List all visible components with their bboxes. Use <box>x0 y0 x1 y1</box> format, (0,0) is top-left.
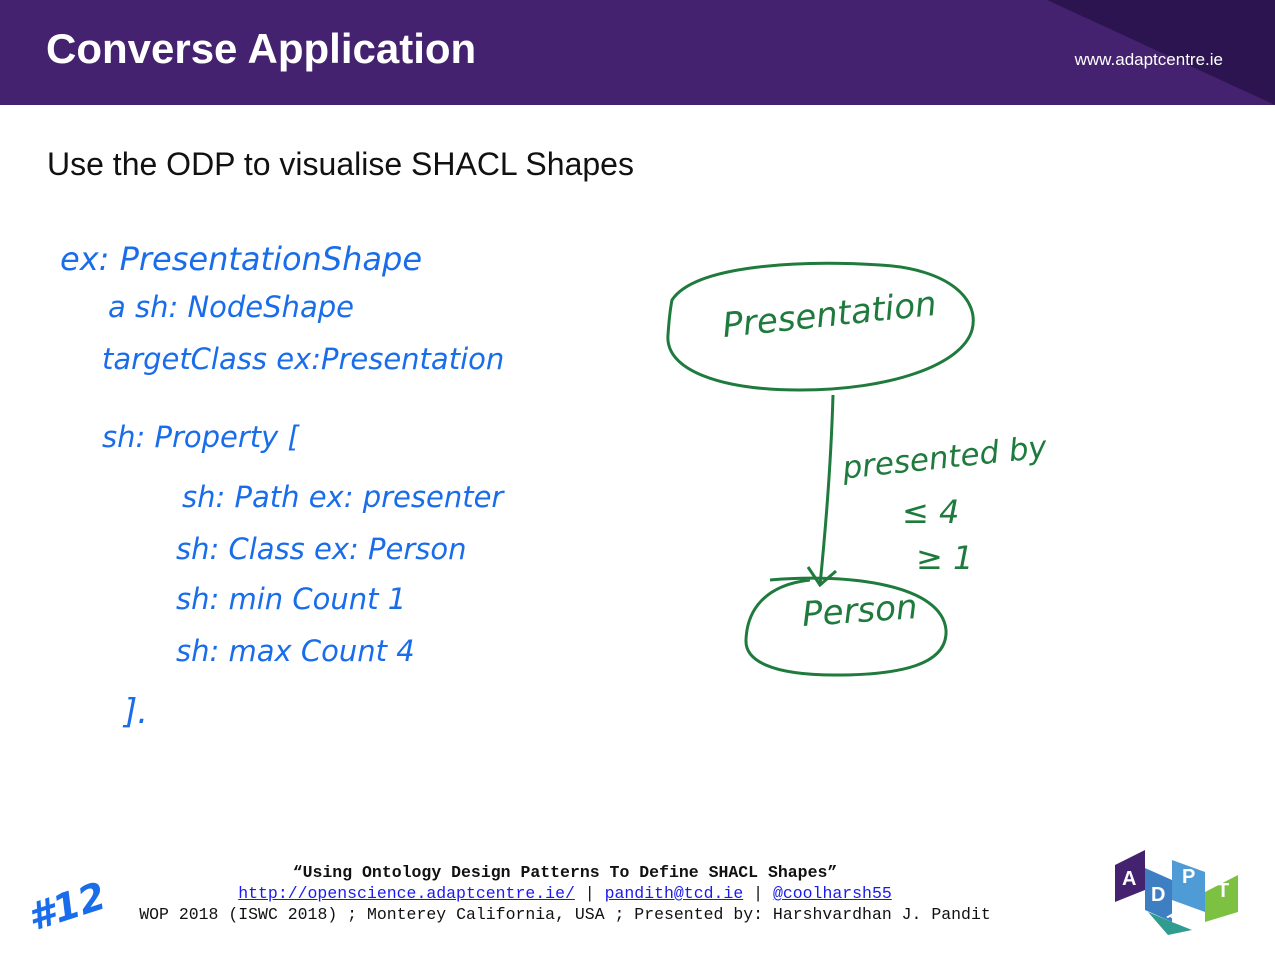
node-person-label: Person <box>800 587 919 635</box>
footer-twitter-link[interactable]: @coolharsh55 <box>773 884 892 903</box>
shacl-line-nodeshape: a sh: NodeShape <box>108 290 354 324</box>
footer-project-link[interactable]: http://openscience.adaptcentre.ie/ <box>238 884 575 903</box>
edge-min-constraint: ≥ 1 <box>916 539 974 577</box>
header-bar: Converse Application www.adaptcentre.ie <box>0 0 1275 105</box>
relation-arrow-line <box>818 394 835 586</box>
shacl-line-shape: ex: PresentationShape <box>60 240 423 278</box>
slide-subtitle: Use the ODP to visualise SHACL Shapes <box>47 146 634 182</box>
footer-separator: | <box>584 884 595 903</box>
edge-max-constraint: ≤ 4 <box>902 493 960 531</box>
logo-letter-d: D <box>1151 884 1166 906</box>
footer: “Using Ontology Design Patterns To Defin… <box>95 862 1035 925</box>
shacl-line-close: ]. <box>124 692 149 732</box>
slide-title: Converse Application <box>46 25 477 72</box>
shacl-line-property: sh: Property [ <box>102 420 299 454</box>
footer-citation: “Using Ontology Design Patterns To Defin… <box>292 863 838 882</box>
slide-number: #12 <box>22 873 112 940</box>
shacl-line-path: sh: Path ex: presenter <box>182 480 504 514</box>
shacl-line-mincount: sh: min Count 1 <box>176 582 407 616</box>
logo-letter-t: T <box>1217 880 1230 902</box>
website-url: www.adaptcentre.ie <box>1074 50 1223 69</box>
footer-venue: WOP 2018 (ISWC 2018) ; Monterey Californ… <box>139 905 991 924</box>
footer-separator: | <box>753 884 764 903</box>
shacl-line-targetclass: targetClass ex:Presentation <box>102 342 505 376</box>
shacl-line-class: sh: Class ex: Person <box>176 532 467 566</box>
shacl-line-maxcount: sh: max Count 4 <box>176 634 415 668</box>
logo-letter-p: P <box>1182 866 1196 888</box>
footer-email-link[interactable]: pandith@tcd.ie <box>605 884 744 903</box>
ontology-diagram: Presentation Person presented by ≤ 4 ≥ 1 <box>650 255 1070 695</box>
footer-links-line: http://openscience.adaptcentre.ie/ | pan… <box>95 883 1035 904</box>
adapt-logo: A D A P T <box>1110 850 1250 935</box>
logo-letter-a: A <box>1122 868 1137 890</box>
